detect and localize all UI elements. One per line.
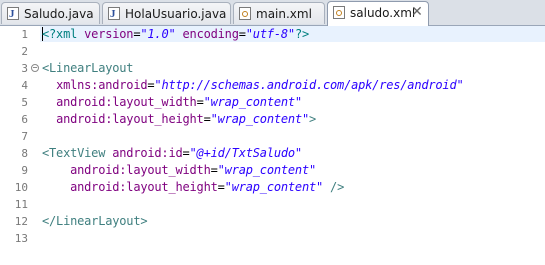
editor-tab-bar: Saludo.java HolaUsuario.java main.xml sa… (0, 0, 545, 26)
code-token: "1.0" (140, 27, 176, 41)
java-file-icon (7, 4, 19, 24)
line-number: 9 (21, 164, 28, 177)
code-line[interactable]: 3− <LinearLayout (0, 60, 545, 77)
tab-saludo-xml[interactable]: saludo.xml ✕ (327, 1, 429, 26)
close-tab-icon[interactable]: ✕ (410, 3, 424, 20)
line-number: 6 (21, 113, 28, 126)
code-text: <LinearLayout (42, 60, 134, 77)
code-token: <LinearLayout (42, 61, 134, 75)
code-token: = (182, 146, 190, 160)
code-text: <TextView android:id="@+id/TxtSaludo" (42, 145, 302, 162)
code-token: "wrap_content" (224, 180, 324, 194)
line-number: 11 (14, 198, 28, 211)
line-number: 10 (14, 181, 28, 194)
code-token: xmlns:android (56, 78, 148, 92)
code-token: android:layout_width (56, 95, 197, 109)
tab-label: main.xml (256, 7, 312, 21)
line-number: 8 (21, 147, 28, 160)
line-number: 7 (21, 130, 28, 143)
code-text: xmlns:android="http://schemas.android.co… (42, 77, 464, 94)
code-token: android:layout_height (56, 112, 204, 126)
code-token: android:id (112, 146, 183, 160)
code-token: encoding (182, 27, 239, 41)
code-token: = (203, 112, 211, 126)
line-number: 4 (21, 79, 28, 92)
java-file-icon (108, 4, 120, 24)
line-number: 1 (21, 28, 28, 41)
line-number: 12 (14, 215, 28, 228)
code-token: android:layout_height (70, 180, 218, 194)
code-token: "wrap_content" (203, 95, 303, 109)
code-token: ?> (294, 27, 310, 41)
code-token: </LinearLayout> (42, 214, 148, 228)
fold-toggle-icon[interactable]: − (31, 64, 39, 72)
xml-source-editor[interactable]: 1 <?xml version="1.0" encoding="utf-8"?> 2… (0, 26, 545, 265)
xml-file-icon (239, 7, 251, 20)
code-token: = (210, 163, 218, 177)
code-text: android:layout_width="wrap_content" (42, 94, 302, 111)
code-text: android:layout_width="wrap_content" (42, 162, 316, 179)
code-line[interactable]: 2 (0, 43, 545, 60)
code-token: = (196, 95, 204, 109)
tab-main-xml[interactable]: main.xml (233, 2, 325, 24)
code-token: "wrap_content" (210, 112, 310, 126)
code-token: "utf-8" (245, 27, 295, 41)
tab-label: saludo.xml (350, 6, 416, 20)
code-line[interactable]: 8 <TextView android:id="@+id/TxtSaludo" (0, 145, 545, 162)
code-text: android:layout_height="wrap_content"> (42, 111, 316, 128)
tab-holausuario-java[interactable]: HolaUsuario.java (102, 2, 231, 24)
code-line[interactable]: 11 (0, 196, 545, 213)
code-token: version (84, 27, 134, 41)
line-number: 5 (21, 96, 28, 109)
code-line[interactable]: 1 <?xml version="1.0" encoding="utf-8"?> (0, 26, 545, 43)
code-text: </LinearLayout> (42, 213, 148, 230)
code-text: android:layout_height="wrap_content" /> (42, 179, 344, 196)
tab-saludo-java[interactable]: Saludo.java (1, 2, 100, 24)
code-token: "wrap_content" (217, 163, 317, 177)
code-token: > (308, 112, 317, 126)
code-line[interactable]: 10 android:layout_height="wrap_content" … (0, 179, 545, 196)
code-line[interactable]: 13 (0, 230, 545, 247)
code-token: "http://schemas.android.com/apk/res/andr… (154, 78, 464, 92)
code-line[interactable]: 4 xmlns:android="http://schemas.android.… (0, 77, 545, 94)
code-token: = (238, 27, 246, 41)
code-token: <TextView (42, 146, 113, 160)
code-line[interactable]: 9 android:layout_width="wrap_content" (0, 162, 545, 179)
code-line[interactable]: 12 </LinearLayout> (0, 213, 545, 230)
line-number: 3 (21, 62, 28, 75)
line-number: 13 (14, 232, 28, 245)
xml-editor-window: Saludo.java HolaUsuario.java main.xml sa… (0, 0, 545, 265)
code-line[interactable]: 7 (0, 128, 545, 145)
tab-label: HolaUsuario.java (125, 7, 227, 21)
code-token: <?xml (42, 27, 85, 41)
code-token: = (217, 180, 225, 194)
tab-label: Saludo.java (24, 7, 94, 21)
xml-file-icon (333, 6, 345, 19)
code-token: android:layout_width (70, 163, 211, 177)
code-token: /> (323, 180, 345, 194)
code-line[interactable]: 5 android:layout_width="wrap_content" (0, 94, 545, 111)
code-token: "@+id/TxtSaludo" (189, 146, 303, 160)
code-line[interactable]: 6 android:layout_height="wrap_content"> (0, 111, 545, 128)
line-number: 2 (21, 45, 28, 58)
code-text: <?xml version="1.0" encoding="utf-8"?> (42, 26, 309, 43)
